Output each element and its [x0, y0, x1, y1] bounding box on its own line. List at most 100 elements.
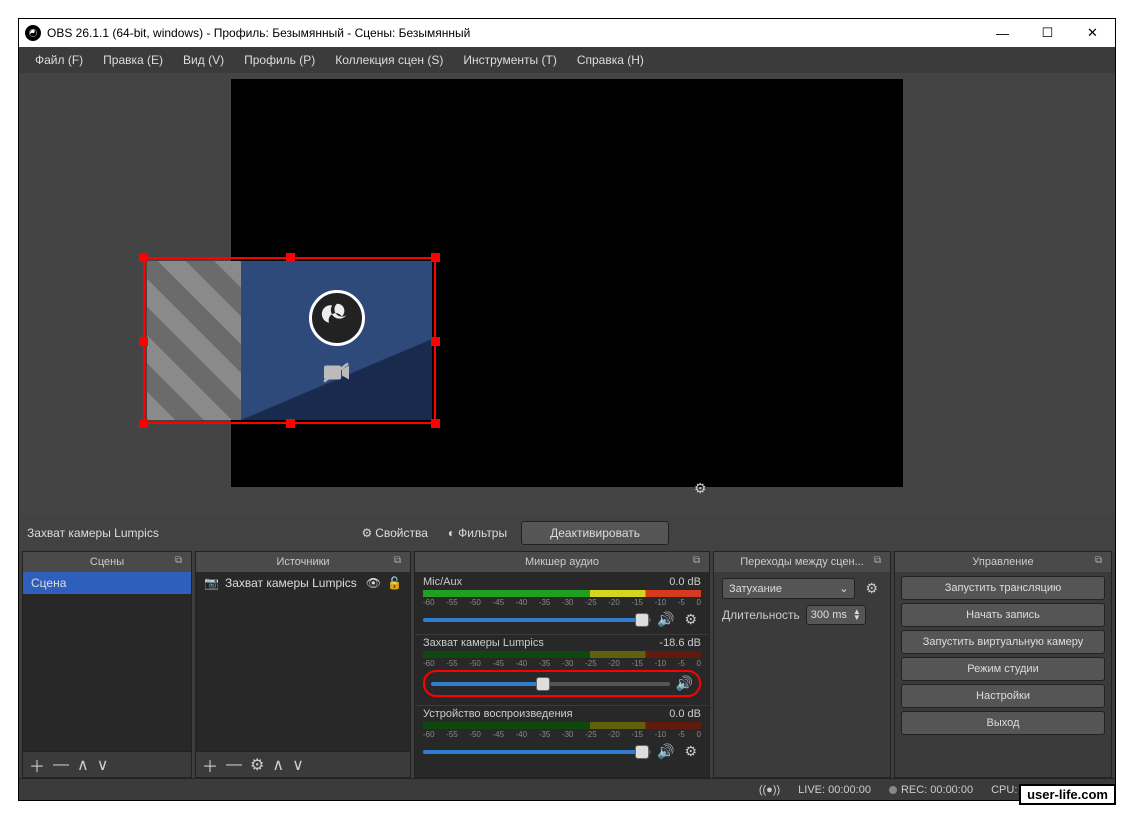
start-record-button[interactable]: Начать запись — [901, 603, 1105, 627]
speaker-icon[interactable]: 🔊 — [657, 611, 674, 628]
menu-file[interactable]: Файл (F) — [25, 49, 93, 71]
obs-logo-icon — [25, 25, 41, 41]
scenes-title: Сцены — [90, 556, 124, 568]
settings-button[interactable]: Настройки — [901, 684, 1105, 708]
remove-scene-button[interactable]: — — [53, 756, 69, 774]
resize-handle[interactable] — [431, 253, 440, 262]
resize-handle[interactable] — [286, 419, 295, 428]
selected-source-label: Захват камеры Lumpics — [27, 526, 159, 540]
source-up-button[interactable]: ∧ — [272, 755, 284, 775]
scene-down-button[interactable]: ∨ — [97, 755, 109, 775]
menu-tools[interactable]: Инструменты (T) — [453, 49, 566, 71]
deactivate-button[interactable]: Деактивировать — [521, 521, 669, 545]
gear-icon: ⚙ — [361, 526, 372, 540]
controls-title: Управление — [972, 556, 1033, 568]
rec-status: REC: 00:00:00 — [901, 784, 973, 796]
preview-area[interactable] — [19, 73, 1115, 515]
selected-source[interactable] — [143, 257, 436, 424]
resize-handle[interactable] — [139, 253, 148, 262]
mixer-channel-camera: Захват камеры Lumpics -18.6 dB -60-55-50-… — [415, 635, 709, 706]
highlighted-volume-slider: 🔊 — [423, 670, 701, 697]
statusbar: ((●)) LIVE: 00:00:00 REC: 00:00:00 CPU: … — [19, 778, 1115, 800]
volume-slider[interactable] — [423, 618, 651, 622]
add-scene-button[interactable]: ＋ — [29, 753, 45, 777]
transitions-dock: Переходы между сцен... ⧉ Затухание⌄ ⚙ Дли… — [713, 551, 891, 778]
resize-handle[interactable] — [431, 419, 440, 428]
titlebar[interactable]: OBS 26.1.1 (64-bit, windows) - Профиль: … — [19, 19, 1115, 47]
resize-handle[interactable] — [139, 419, 148, 428]
volume-slider[interactable] — [431, 682, 670, 686]
start-stream-button[interactable]: Запустить трансляцию — [901, 576, 1105, 600]
resize-handle[interactable] — [431, 337, 440, 346]
mixer-title: Микшер аудио — [525, 556, 599, 568]
window-controls: — ☐ ✕ — [980, 19, 1115, 47]
scene-up-button[interactable]: ∧ — [77, 755, 89, 775]
mixer-channel-mic: Mic/Aux 0.0 dB -60-55-50-45-40-35-30-25-2… — [415, 574, 709, 635]
properties-button[interactable]: ⚙Свойства — [355, 523, 433, 543]
start-virtualcam-button[interactable]: Запустить виртуальную камеру — [901, 630, 1105, 654]
meter-ticks: -60-55-50-45-40-35-30-25-20-15-10-50 — [423, 659, 701, 668]
resize-handle[interactable] — [286, 253, 295, 262]
selection-outline — [143, 257, 436, 424]
obs-window: OBS 26.1.1 (64-bit, windows) - Профиль: … — [18, 18, 1116, 801]
channel-level: 0.0 dB — [669, 576, 701, 588]
maximize-button[interactable]: ☐ — [1025, 19, 1070, 47]
source-props-button[interactable]: ⚙ — [250, 755, 264, 775]
source-toolbar: Захват камеры Lumpics ⚙Свойства ◐Фильтры… — [19, 515, 1115, 551]
transition-select[interactable]: Затухание⌄ — [722, 578, 855, 599]
watermark: user-life.com — [1019, 784, 1116, 805]
popout-icon[interactable]: ⧉ — [394, 555, 406, 567]
volume-slider[interactable] — [423, 750, 651, 754]
channel-level: -18.6 dB — [659, 637, 701, 649]
vu-meter — [423, 651, 701, 658]
add-source-button[interactable]: ＋ — [202, 753, 218, 777]
transitions-title: Переходы между сцен... — [740, 556, 864, 568]
speaker-icon[interactable]: 🔊 — [657, 743, 674, 760]
menu-profile[interactable]: Профиль (P) — [234, 49, 325, 71]
scene-item[interactable]: Сцена — [23, 572, 191, 594]
preview-canvas[interactable] — [231, 79, 903, 487]
mixer-dock: Микшер аудио ⧉ Mic/Aux 0.0 dB -60-55-50-45… — [414, 551, 710, 778]
mixer-channel-playback: Устройство воспроизведения 0.0 dB -60-55-… — [415, 706, 709, 766]
visibility-icon[interactable]: 👁 — [366, 576, 381, 590]
vu-meter — [423, 590, 701, 597]
live-status: LIVE: 00:00:00 — [798, 784, 871, 796]
popout-icon[interactable]: ⧉ — [175, 555, 187, 567]
docks: Сцены ⧉ Сцена ＋ — ∧ ∨ Источники ⧉ 📷 Захват… — [19, 551, 1115, 778]
lock-icon[interactable]: 🔓 — [387, 576, 402, 590]
channel-level: 0.0 dB — [669, 708, 701, 720]
rec-dot-icon — [889, 786, 897, 794]
duration-input[interactable]: 300 ms▲▼ — [806, 605, 866, 625]
close-button[interactable]: ✕ — [1070, 19, 1115, 47]
menu-view[interactable]: Вид (V) — [173, 49, 234, 71]
exit-button[interactable]: Выход — [901, 711, 1105, 735]
filters-button[interactable]: ◐Фильтры — [442, 523, 513, 543]
camera-icon: 📷 — [204, 576, 219, 590]
channel-settings-icon[interactable]: ⚙ — [680, 743, 701, 760]
menu-edit[interactable]: Правка (E) — [93, 49, 173, 71]
channel-name: Устройство воспроизведения — [423, 708, 573, 720]
vu-meter — [423, 722, 701, 729]
controls-dock: Управление ⧉ Запустить трансляцию Начать … — [894, 551, 1112, 778]
menu-scenes[interactable]: Коллекция сцен (S) — [325, 49, 453, 71]
popout-icon[interactable]: ⧉ — [874, 555, 886, 567]
duration-label: Длительность — [722, 608, 800, 622]
meter-ticks: -60-55-50-45-40-35-30-25-20-15-10-50 — [423, 730, 701, 739]
popout-icon[interactable]: ⧉ — [1095, 555, 1107, 567]
speaker-icon[interactable]: 🔊 — [676, 675, 693, 692]
menu-help[interactable]: Справка (H) — [567, 49, 654, 71]
source-down-button[interactable]: ∨ — [292, 755, 304, 775]
source-item[interactable]: 📷 Захват камеры Lumpics 👁 🔓 — [196, 572, 410, 594]
transition-settings-icon[interactable]: ⚙ — [861, 580, 882, 597]
resize-handle[interactable] — [139, 337, 148, 346]
sources-title: Источники — [276, 556, 329, 568]
meter-ticks: -60-55-50-45-40-35-30-25-20-15-10-50 — [423, 598, 701, 607]
channel-settings-icon[interactable]: ⚙ — [680, 611, 701, 628]
channel-name: Mic/Aux — [423, 576, 462, 588]
channel-name: Захват камеры Lumpics — [423, 637, 544, 649]
window-title: OBS 26.1.1 (64-bit, windows) - Профиль: … — [47, 26, 470, 40]
minimize-button[interactable]: — — [980, 19, 1025, 47]
popout-icon[interactable]: ⧉ — [693, 555, 705, 567]
remove-source-button[interactable]: — — [226, 756, 242, 774]
studio-mode-button[interactable]: Режим студии — [901, 657, 1105, 681]
